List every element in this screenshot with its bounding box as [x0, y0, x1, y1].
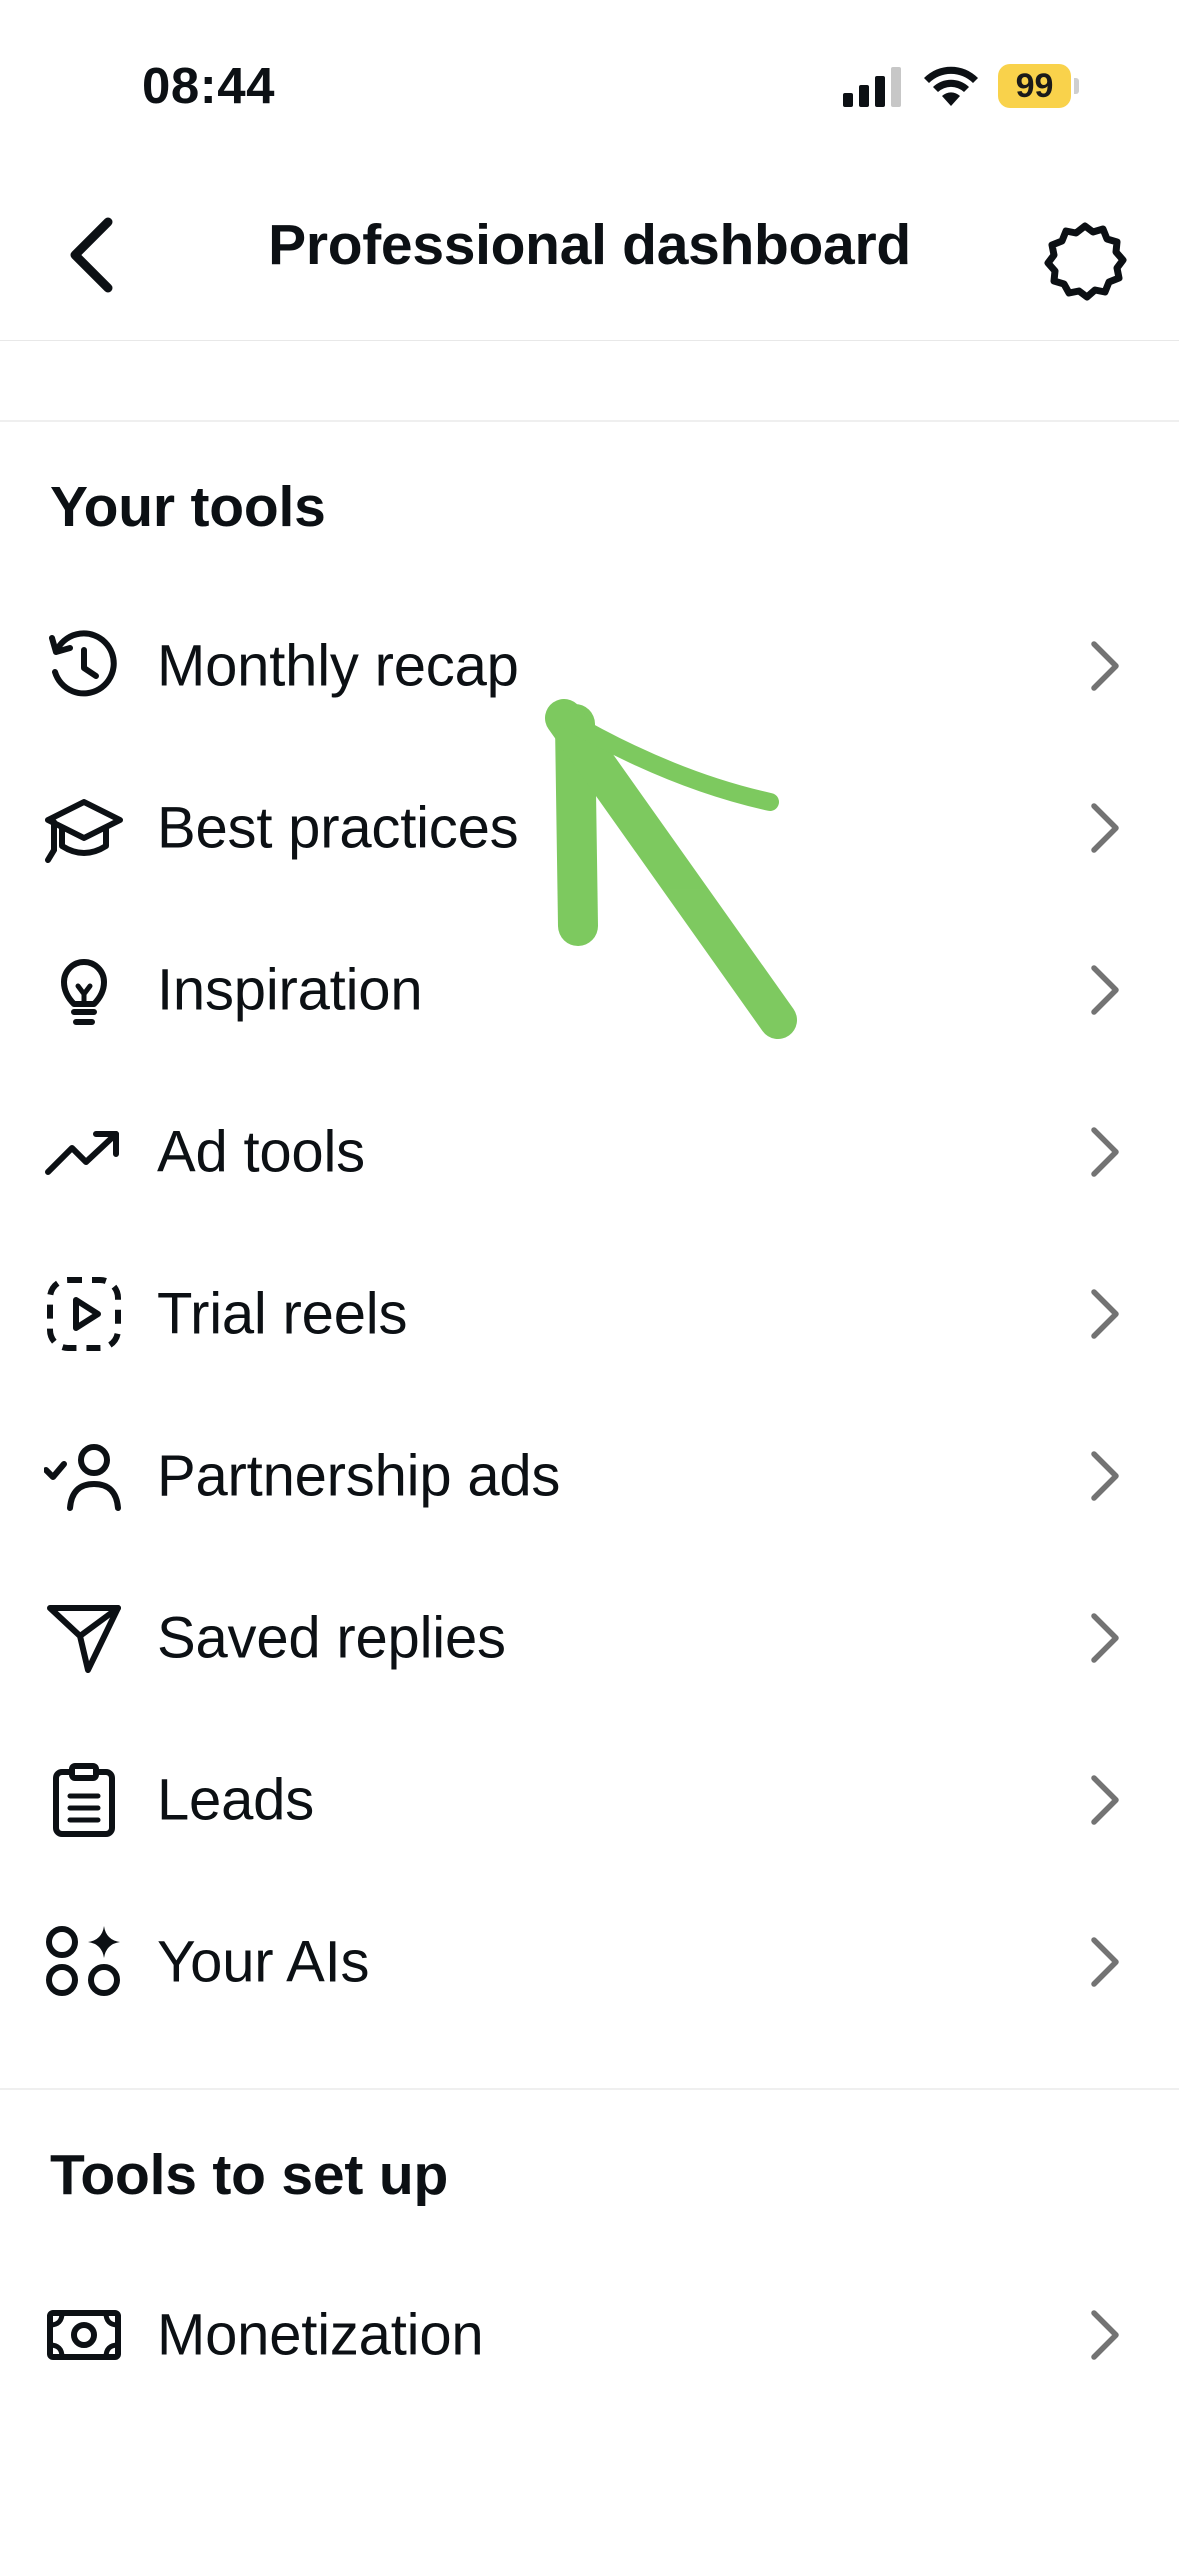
chevron-right-icon [1091, 641, 1119, 691]
tool-item-your-ais[interactable]: Your AIs [0, 1881, 1179, 2043]
battery-indicator: 99 [998, 64, 1079, 108]
chevron-right-icon [1091, 1289, 1119, 1339]
tool-item-label: Inspiration [157, 957, 423, 1023]
tool-item-label: Ad tools [157, 1119, 365, 1185]
chevron-right-icon [1091, 803, 1119, 853]
tool-item-label: Best practices [157, 795, 519, 861]
signal-icon [843, 67, 901, 107]
history-clock-icon [49, 630, 117, 697]
chevron-right-icon [1091, 1775, 1119, 1825]
lightbulb-icon [61, 959, 107, 1025]
chevron-right-icon [1091, 2310, 1119, 2360]
tool-item-monetization[interactable]: Monetization [0, 2254, 1179, 2416]
tool-item-saved-replies[interactable]: Saved replies [0, 1557, 1179, 1719]
money-icon [47, 2310, 121, 2360]
section-title-your-tools: Your tools [50, 475, 326, 539]
trial-reel-icon [47, 1277, 121, 1351]
page-title: Professional dashboard [268, 213, 911, 277]
status-bar: 08:44 99 [0, 0, 1179, 150]
trending-up-icon [45, 1131, 119, 1175]
tool-item-label: Your AIs [157, 1929, 370, 1995]
tool-item-inspiration[interactable]: Inspiration [0, 909, 1179, 1071]
tool-item-best-practices[interactable]: Best practices [0, 747, 1179, 909]
chevron-right-icon [1091, 965, 1119, 1015]
graduation-cap-icon [45, 799, 123, 863]
wifi-icon [924, 66, 978, 106]
ai-shapes-icon [46, 1926, 120, 1996]
top-divider [0, 420, 1179, 422]
clipboard-icon [53, 1763, 115, 1837]
gear-icon [1044, 222, 1127, 301]
tool-item-label: Trial reels [157, 1281, 408, 1347]
tool-item-label: Monetization [157, 2302, 484, 2368]
section-divider [0, 2088, 1179, 2090]
chevron-right-icon [1091, 1127, 1119, 1177]
tool-item-ad-tools[interactable]: Ad tools [0, 1071, 1179, 1233]
header: Professional dashboard [0, 170, 1179, 341]
chevron-right-icon [1091, 1451, 1119, 1501]
tool-item-partnership-ads[interactable]: Partnership ads [0, 1395, 1179, 1557]
chevron-right-icon [1091, 1937, 1119, 1987]
person-check-icon [44, 1444, 121, 1511]
settings-button[interactable] [1030, 208, 1140, 318]
battery-level: 99 [1015, 67, 1054, 105]
battery-cap [1074, 78, 1079, 94]
tool-item-label: Partnership ads [157, 1443, 561, 1509]
tool-item-label: Saved replies [157, 1605, 506, 1671]
tool-item-label: Monthly recap [157, 633, 519, 699]
tool-item-monthly-recap[interactable]: Monthly recap [0, 585, 1179, 747]
tool-item-leads[interactable]: Leads [0, 1719, 1179, 1881]
chevron-right-icon [1091, 1613, 1119, 1663]
send-icon [47, 1605, 121, 1673]
tool-item-label: Leads [157, 1767, 315, 1833]
status-time: 08:44 [142, 57, 275, 114]
section-title-tools-to-set-up: Tools to set up [50, 2143, 449, 2207]
tool-item-trial-reels[interactable]: Trial reels [0, 1233, 1179, 1395]
